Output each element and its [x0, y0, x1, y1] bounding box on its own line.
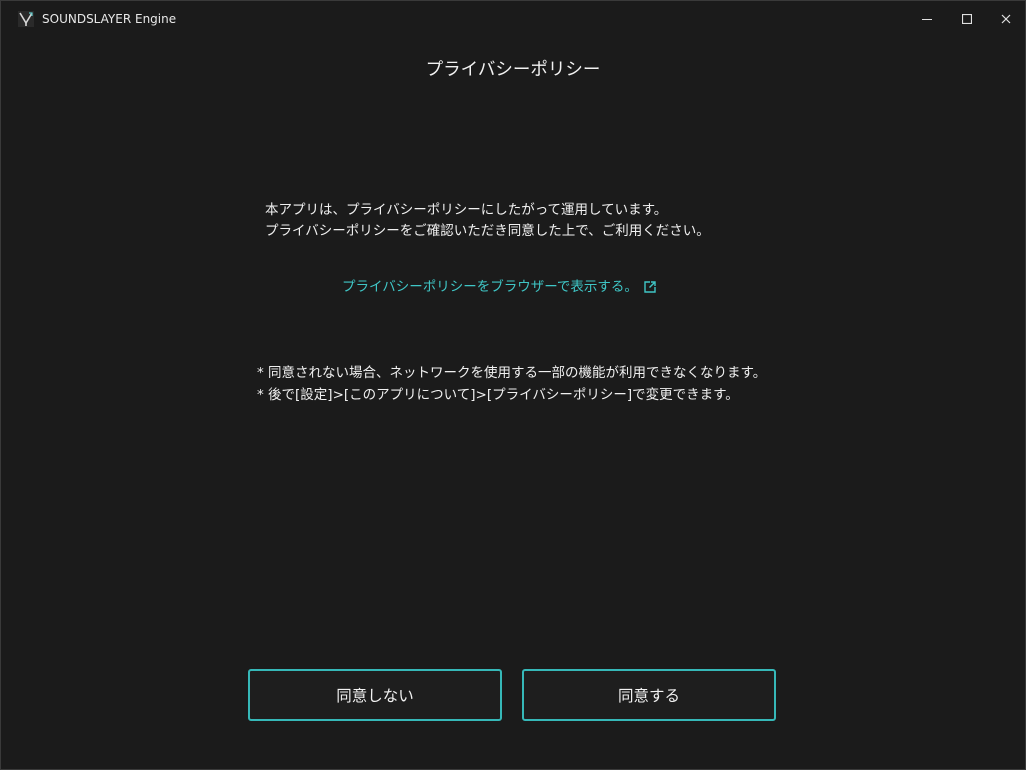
minimize-icon: [922, 19, 932, 20]
privacy-policy-link-label: プライバシーポリシーをブラウザーで表示する。: [342, 279, 638, 295]
note-network: * 同意されない場合、ネットワークを使用する一部の機能が利用できなくなります。: [257, 365, 767, 381]
title-bar[interactable]: SOUNDSLAYER Engine: [1, 1, 1025, 37]
app-logo-icon: [18, 11, 34, 27]
minimize-button[interactable]: [907, 1, 947, 37]
app-title: SOUNDSLAYER Engine: [42, 12, 177, 26]
notes: * 同意されない場合、ネットワークを使用する一部の機能が利用できなくなります。 …: [257, 363, 777, 406]
intro-line-2: プライバシーポリシーをご確認いただき同意した上で、ご利用ください。: [265, 223, 710, 239]
maximize-icon: [962, 14, 972, 24]
maximize-button[interactable]: [947, 1, 987, 37]
intro-text: 本アプリは、プライバシーポリシーにしたがって運用しています。 プライバシーポリシ…: [265, 200, 805, 242]
decline-button[interactable]: 同意しない: [248, 669, 502, 721]
intro-line-1: 本アプリは、プライバシーポリシーにしたがって運用しています。: [265, 202, 668, 218]
agree-button[interactable]: 同意する: [522, 669, 776, 721]
close-icon: [1001, 14, 1011, 24]
note-settings: * 後で[設定]>[このアプリについて]>[プライバシーポリシー]で変更できます…: [257, 386, 739, 403]
app-window: SOUNDSLAYER Engine プライバシーポリシー 本アプリは、プライバ…: [0, 0, 1026, 770]
privacy-policy-link[interactable]: プライバシーポリシーをブラウザーで表示する。: [342, 277, 656, 297]
page-title: プライバシーポリシー: [425, 60, 601, 80]
close-button[interactable]: [986, 1, 1025, 37]
external-link-icon: [644, 281, 656, 293]
